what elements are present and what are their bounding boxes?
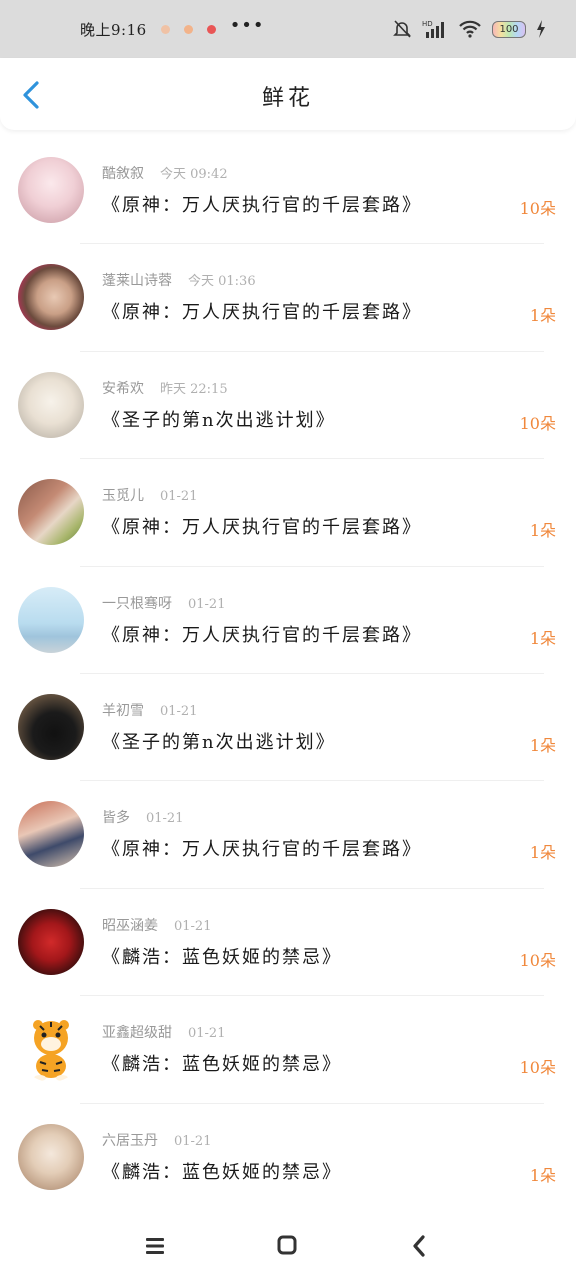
app-notification-icon <box>206 24 216 34</box>
username[interactable]: 皆多 <box>102 810 130 826</box>
timestamp: 今天 09:42 <box>160 167 228 182</box>
book-title[interactable]: 《原神：万人厌执行官的千层套路》 <box>102 621 422 647</box>
avatar[interactable] <box>18 1016 84 1083</box>
timestamp: 今天 01:36 <box>188 274 256 290</box>
svg-text:HD: HD <box>422 20 433 28</box>
book-title[interactable]: 《原神：万人厌执行官的千层套路》 <box>102 191 422 217</box>
flower-list: 酷敘叙 今天 09:42 《原神：万人厌执行官的千层套路》 10朵 蓬莱山诗蓉 今天… <box>0 137 576 1211</box>
timestamp: 01-21 <box>188 1026 226 1042</box>
tiger-cartoon <box>33 1020 69 1082</box>
list-item[interactable]: 昭巫涵姜 01-21 《麟浩：蓝色妖姬的禁忌》 10朵 <box>0 889 576 997</box>
list-item[interactable]: 安希欢 昨天 22:15 《圣子的第n次出逃计划》 10朵 <box>0 352 576 460</box>
system-nav-bar <box>0 1210 576 1280</box>
chat-notification-icon <box>183 24 193 34</box>
list-item[interactable]: 蓬莱山诗蓉 今天 01:36 《原神：万人厌执行官的千层套路》 1朵 <box>0 244 576 352</box>
battery-icon: 100 <box>492 20 526 38</box>
timestamp: 01-21 <box>174 1133 212 1149</box>
book-title[interactable]: 《圣子的第n次出逃计划》 <box>102 406 336 432</box>
header-bar: 鲜花 <box>0 58 576 130</box>
silent-bell-icon <box>393 20 411 38</box>
flower-count: 1朵 <box>529 843 556 863</box>
timestamp: 01-21 <box>188 596 226 612</box>
username[interactable]: 玉觅儿 <box>102 488 144 504</box>
book-title[interactable]: 《原神：万人厌执行官的千层套路》 <box>102 835 422 861</box>
list-item[interactable]: 亚鑫超级甜 01-21 《麟浩：蓝色妖姬的禁忌》 10朵 <box>0 996 576 1104</box>
list-item[interactable]: 羊初雪 01-21 《圣子的第n次出逃计划》 1朵 <box>0 674 576 782</box>
list-item[interactable]: 皆多 01-21 《原神：万人厌执行官的千层套路》 1朵 <box>0 781 576 889</box>
book-title[interactable]: 《圣子的第n次出逃计划》 <box>102 728 336 754</box>
list-item[interactable]: 一只根骞呀 01-21 《原神：万人厌执行官的千层套路》 1朵 <box>0 567 576 674</box>
timestamp: 01-21 <box>160 489 198 505</box>
avatar[interactable] <box>18 908 84 975</box>
page-title: 鲜花 <box>261 86 314 111</box>
notification-dot-icon <box>160 24 170 34</box>
avatar[interactable] <box>18 264 84 331</box>
book-title[interactable]: 《麟浩：蓝色妖姬的禁忌》 <box>102 1158 342 1184</box>
wifi-icon <box>459 20 481 38</box>
menu-icon[interactable] <box>140 1232 170 1260</box>
flower-count: 1朵 <box>529 1165 556 1185</box>
flower-count: 1朵 <box>529 628 556 648</box>
back-triangle-icon[interactable] <box>404 1232 434 1260</box>
timestamp: 01-21 <box>160 703 198 719</box>
flower-count: 1朵 <box>529 306 556 326</box>
avatar[interactable] <box>18 1123 84 1190</box>
status-time: 晚上9:16 <box>80 20 147 39</box>
username[interactable]: 六居玉丹 <box>102 1133 158 1149</box>
book-title[interactable]: 《原神：万人厌执行官的千层套路》 <box>102 513 422 539</box>
flower-count: 10朵 <box>519 1058 556 1078</box>
username[interactable]: 酷敘叙 <box>102 166 144 182</box>
username[interactable]: 亚鑫超级甜 <box>102 1025 172 1041</box>
flower-count: 10朵 <box>519 199 556 218</box>
book-title[interactable]: 《麟浩：蓝色妖姬的禁忌》 <box>102 943 342 969</box>
flower-count: 1朵 <box>529 735 556 755</box>
home-square-icon[interactable] <box>272 1232 302 1260</box>
flower-count: 1朵 <box>529 521 556 541</box>
charging-icon <box>537 20 545 38</box>
username[interactable]: 羊初雪 <box>102 703 144 719</box>
username[interactable]: 昭巫涵姜 <box>102 918 158 934</box>
status-bar: 晚上9:16 ••• HD 100 <box>0 0 576 58</box>
timestamp: 昨天 22:15 <box>160 381 228 397</box>
timestamp: 01-21 <box>174 918 212 934</box>
book-title[interactable]: 《麟浩：蓝色妖姬的禁忌》 <box>102 1050 342 1076</box>
avatar[interactable] <box>18 157 84 223</box>
avatar[interactable] <box>18 801 84 868</box>
avatar[interactable] <box>18 693 84 760</box>
avatar[interactable] <box>18 479 84 546</box>
username[interactable]: 一只根骞呀 <box>102 596 172 612</box>
username[interactable]: 蓬莱山诗蓉 <box>102 273 172 289</box>
book-title[interactable]: 《原神：万人厌执行官的千层套路》 <box>102 298 422 324</box>
list-item[interactable]: 六居玉丹 01-21 《麟浩：蓝色妖姬的禁忌》 1朵 <box>0 1104 576 1211</box>
more-notifications-icon: ••• <box>229 15 265 36</box>
list-item[interactable]: 酷敘叙 今天 09:42 《原神：万人厌执行官的千层套路》 10朵 <box>0 137 576 245</box>
hd-signal-icon: HD <box>422 20 444 38</box>
list-item[interactable]: 玉觅儿 01-21 《原神：万人厌执行官的千层套路》 1朵 <box>0 459 576 567</box>
username[interactable]: 安希欢 <box>102 381 144 397</box>
flower-count: 10朵 <box>519 950 556 970</box>
timestamp: 01-21 <box>146 811 184 827</box>
avatar[interactable] <box>18 586 84 653</box>
avatar[interactable] <box>18 371 84 438</box>
flower-count: 10朵 <box>519 413 556 433</box>
